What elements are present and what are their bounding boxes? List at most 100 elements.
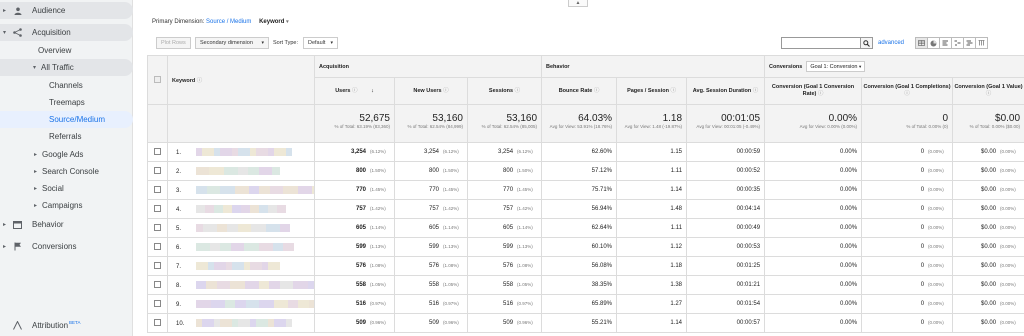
plot-rows-button[interactable]: Plot Rows: [156, 37, 191, 49]
keyword-cell: 9.: [167, 294, 315, 314]
conv-rate-header[interactable]: Conversion (Goal 1 Conversion Rate) ⓘ: [764, 77, 863, 105]
cell-value: 800: [428, 168, 439, 174]
redacted-keyword[interactable]: [196, 281, 314, 289]
cell-percent: (1.50%): [443, 168, 459, 173]
row-checkbox[interactable]: [154, 280, 161, 288]
sidebar-item-behavior[interactable]: ▸ Behavior: [0, 216, 133, 233]
sidebar-item-referrals[interactable]: Referrals: [0, 128, 133, 145]
secondary-dimension-select[interactable]: Secondary dimension ▾: [195, 37, 269, 49]
sidebar-item-campaigns[interactable]: ▸ Campaigns: [0, 197, 133, 214]
redacted-keyword[interactable]: [196, 224, 290, 232]
new-cell: 3,254 (6.12%): [394, 142, 468, 162]
dur-cell: 00:00:59: [686, 142, 766, 162]
sidebar-item-acquisition[interactable]: ▾ Acquisition: [0, 24, 133, 41]
advanced-link[interactable]: advanced: [878, 40, 904, 46]
redacted-keyword[interactable]: [196, 167, 280, 175]
cell-percent: (6.12%): [443, 149, 459, 154]
value-header[interactable]: Conversion (Goal 1 Value) ⓘ: [952, 77, 1024, 105]
help-icon: ⓘ: [904, 91, 910, 97]
row-checkbox[interactable]: [154, 147, 161, 155]
group-header-row: Keyword ⓘ Acquisition Behavior Conversio…: [147, 55, 1024, 105]
cell-value: 00:00:57: [736, 320, 761, 326]
total-value: 53,160: [506, 113, 538, 124]
table-row: 6. 599 (1.13%) 599 (1.13%) 599 (1.13%) 60.10% 1.…: [147, 237, 1024, 257]
sidebar-item-label: Acquisition: [32, 28, 71, 37]
scroll-up-handle[interactable]: ▲: [568, 0, 588, 7]
primary-dimension-keyword[interactable]: Keyword ▾: [259, 19, 289, 25]
search-button[interactable]: [860, 37, 873, 49]
row-checkbox[interactable]: [154, 318, 161, 326]
chevron-down-icon: ▾: [286, 19, 289, 25]
sidebar-item-treemaps[interactable]: Treemaps: [0, 94, 133, 111]
select-all-checkbox[interactable]: [154, 75, 161, 83]
total-value: 00:01:05: [721, 113, 761, 124]
ps-cell: 1.12: [616, 237, 688, 257]
redacted-keyword[interactable]: [196, 262, 280, 270]
bounce-rate-header[interactable]: Bounce Rate ⓘ: [541, 77, 618, 105]
sidebar-item-audience[interactable]: ▸ Audience: [0, 2, 133, 19]
cell-value: 1.14: [670, 187, 683, 193]
cell-percent: (0.00%): [1000, 301, 1016, 306]
new-users-header[interactable]: New Users ⓘ: [394, 77, 468, 105]
sidebar-item-google-ads[interactable]: ▸ Google Ads: [0, 146, 133, 163]
users-header[interactable]: Users ⓘ ↓: [314, 77, 395, 105]
sessions-header[interactable]: Sessions ⓘ: [466, 77, 543, 105]
sess-cell: 509 (0.96%): [466, 313, 543, 333]
keyword-header[interactable]: Keyword ⓘ: [167, 55, 315, 105]
cell-value: 757: [503, 206, 514, 212]
cell-value: 1.15: [670, 149, 683, 155]
cell-percent: (1.42%): [517, 206, 533, 211]
redacted-keyword[interactable]: [196, 300, 314, 308]
sidebar-item-overview[interactable]: Overview: [0, 42, 133, 59]
acquisition-group-header: Acquisition: [313, 55, 543, 78]
completions-header[interactable]: Conversion (Goal 1 Completions) ⓘ: [861, 77, 954, 105]
cell-value: $0.00: [981, 282, 997, 288]
primary-dimension-source-medium[interactable]: Source / Medium: [206, 19, 251, 25]
cell-value: 1.11: [670, 225, 683, 231]
sidebar-item-conversions[interactable]: ▸ Conversions: [0, 238, 133, 255]
table-row: 10. 509 (0.96%) 509 (0.96%) 509 (0.96%) 55.21% 1…: [147, 313, 1024, 333]
help-icon: ⓘ: [352, 87, 358, 94]
redacted-keyword[interactable]: [196, 186, 314, 194]
row-checkbox-cell: [147, 199, 168, 219]
pages-session-header[interactable]: Pages / Session ⓘ: [616, 77, 688, 105]
sidebar-item-channels[interactable]: Channels: [0, 77, 133, 94]
redacted-keyword[interactable]: [196, 205, 286, 213]
new-cell: 605 (1.14%): [394, 218, 468, 238]
cell-value: $0.00: [981, 263, 997, 269]
row-checkbox[interactable]: [154, 185, 161, 193]
redacted-keyword[interactable]: [196, 319, 292, 327]
row-checkbox[interactable]: [154, 204, 161, 212]
sidebar-item-attribution[interactable]: Attribution BETA: [0, 317, 133, 334]
keyword-cell: 10.: [167, 313, 315, 333]
goal-select[interactable]: Goal 1: Conversion ▾: [806, 61, 866, 72]
cell-value: 55.21%: [591, 320, 613, 326]
sort-type-select[interactable]: Default ▾: [303, 37, 338, 49]
sidebar-item-search-console[interactable]: ▸ Search Console: [0, 163, 133, 180]
sess-cell: 576 (1.08%): [466, 256, 543, 276]
redacted-keyword[interactable]: [196, 243, 294, 251]
cr-cell: 0.00%: [764, 294, 863, 314]
dur-cell: 00:04:14: [686, 199, 766, 219]
row-checkbox[interactable]: [154, 223, 161, 231]
cell-percent: (1.14%): [517, 225, 533, 230]
avg-session-header[interactable]: Avg. Session Duration ⓘ: [686, 77, 766, 105]
cell-value: 0.00%: [840, 282, 858, 288]
redacted-keyword[interactable]: [196, 148, 292, 156]
table-body: 1. 3,254 (6.12%) 3,254 (6.12%) 3,254 (6.12%) 62…: [147, 142, 1024, 333]
sidebar-item-source-medium[interactable]: Source/Medium: [0, 111, 133, 128]
row-checkbox-cell: [147, 294, 168, 314]
row-checkbox[interactable]: [154, 299, 161, 307]
table-row: 9. 516 (0.97%) 516 (0.97%) 516 (0.97%) 65.89% 1.…: [147, 294, 1024, 314]
row-checkbox[interactable]: [154, 242, 161, 250]
sidebar-item-all-traffic[interactable]: ▾ All Traffic: [0, 59, 133, 76]
search-input[interactable]: [781, 37, 872, 49]
row-checkbox[interactable]: [154, 166, 161, 174]
sidebar-item-social[interactable]: ▸ Social: [0, 180, 133, 197]
cell-value: $0.00: [981, 225, 997, 231]
sort-down-arrow-icon: ↓: [371, 87, 374, 94]
sidebar-item-label: Overview: [38, 46, 72, 55]
pivot-view-icon[interactable]: [975, 37, 988, 49]
row-checkbox[interactable]: [154, 261, 161, 269]
table-row: 4. 757 (1.42%) 757 (1.42%) 757 (1.42%) 56.94% 1.…: [147, 199, 1024, 219]
